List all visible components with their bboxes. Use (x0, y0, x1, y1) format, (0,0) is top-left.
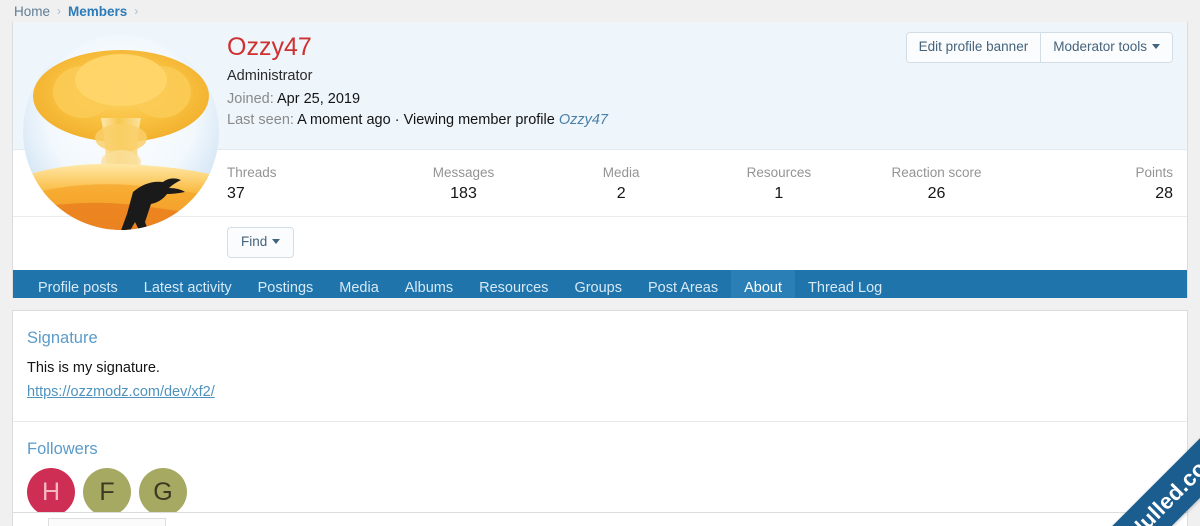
followers-list: H F G (27, 468, 1173, 516)
meta-separator: · (394, 112, 400, 128)
next-section-tab-partial[interactable] (48, 518, 166, 526)
moderator-tools-button[interactable]: Moderator tools (1040, 33, 1172, 62)
stat-label: Media (602, 165, 640, 180)
header-action-group: Edit profile banner Moderator tools (905, 32, 1173, 63)
stat-label: Points (1135, 165, 1174, 180)
breadcrumb-members[interactable]: Members (68, 4, 127, 19)
profile-header: Ozzy47 Administrator Joined: Apr 25, 201… (13, 22, 1187, 230)
signature-text: This is my signature. (27, 360, 160, 376)
stat-label: Reaction score (891, 165, 982, 180)
stat-threads: Threads 37 (227, 164, 385, 204)
stat-value: 1 (774, 185, 784, 202)
stat-value: 37 (227, 185, 245, 202)
joined-label: Joined: (227, 91, 274, 107)
edit-profile-banner-button[interactable]: Edit profile banner (906, 33, 1041, 62)
stat-reaction-score: Reaction score 26 (858, 164, 1016, 204)
signature-title: Signature (27, 329, 98, 347)
stat-value: 183 (450, 185, 477, 202)
current-activity: Viewing member profile (403, 112, 555, 128)
breadcrumb-separator-icon: › (57, 4, 62, 18)
find-button[interactable]: Find (227, 227, 295, 258)
avatar[interactable] (23, 34, 219, 230)
stat-label: Resources (746, 165, 812, 180)
joined-value: Apr 25, 2019 (277, 91, 361, 107)
moderator-tools-label: Moderator tools (1053, 39, 1147, 54)
next-section-partial (12, 512, 1188, 526)
breadcrumb-separator-icon-2: › (134, 4, 139, 18)
last-seen-value: A moment ago (297, 112, 391, 128)
stat-media: Media 2 (542, 164, 700, 204)
last-seen-line: Last seen: A moment ago · Viewing member… (227, 110, 1173, 131)
follower-avatar[interactable]: G (139, 468, 187, 516)
stat-messages: Messages 183 (385, 164, 543, 204)
find-row: Find (13, 217, 1187, 270)
about-content-block: Signature This is my signature. https://… (12, 310, 1188, 526)
signature-link[interactable]: https://ozzmodz.com/dev/xf2/ (27, 381, 1173, 403)
stat-points: Points 28 (1015, 164, 1174, 204)
signature-section: Signature This is my signature. https://… (13, 311, 1187, 422)
profile-page: Ozzy47 Administrator Joined: Apr 25, 201… (12, 22, 1188, 307)
stat-value: 26 (927, 185, 946, 202)
stat-label: Threads (227, 165, 277, 180)
find-button-label: Find (241, 234, 268, 249)
content-gap (0, 298, 1200, 310)
breadcrumb: Home › Members › (0, 0, 1200, 22)
followers-section: Followers H F G (13, 422, 1187, 526)
stat-label: Messages (432, 165, 495, 180)
breadcrumb-home[interactable]: Home (14, 4, 50, 19)
stat-value: 2 (616, 185, 626, 202)
stat-value: 28 (1155, 185, 1174, 202)
chevron-down-icon (272, 239, 281, 244)
user-title: Administrator (227, 68, 313, 84)
follower-avatar[interactable]: F (83, 468, 131, 516)
joined-line: Joined: Apr 25, 2019 (227, 89, 1173, 110)
followers-title: Followers (27, 440, 98, 458)
avatar-image (23, 34, 219, 230)
chevron-down-icon (1152, 44, 1160, 49)
current-activity-link[interactable]: Ozzy47 (559, 112, 608, 128)
follower-avatar[interactable]: H (27, 468, 75, 516)
stat-resources: Resources 1 (700, 164, 858, 204)
last-seen-label: Last seen: (227, 112, 294, 128)
